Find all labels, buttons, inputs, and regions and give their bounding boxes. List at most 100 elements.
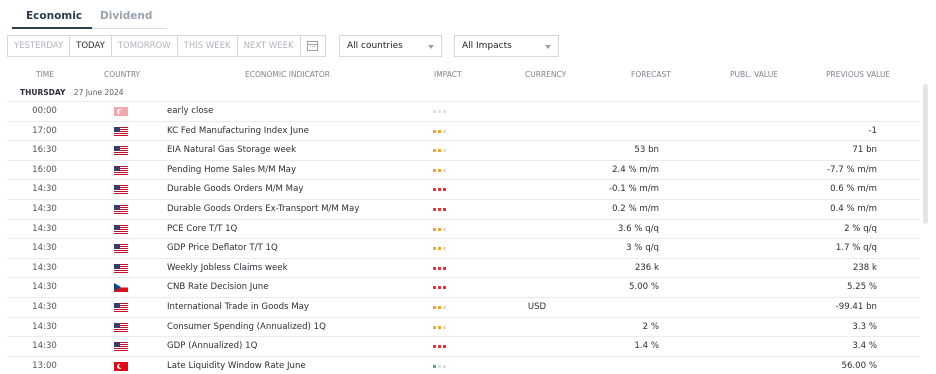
- event-indicator[interactable]: early close: [167, 106, 213, 116]
- day-filter-bar: YESTERDAY TODAY TOMORROW THIS WEEK NEXT …: [7, 35, 326, 57]
- event-indicator[interactable]: EIA Natural Gas Storage week: [167, 145, 296, 155]
- event-indicator[interactable]: Weekly Jobless Claims week: [167, 263, 288, 273]
- event-previous-value: 0.6 % m/m: [830, 184, 877, 195]
- table-row[interactable]: 14:30 GDP Price Deflator T/T 1Q 3 % q/q 1.7…: [7, 238, 920, 258]
- event-time: 14:30: [32, 262, 57, 273]
- table-row[interactable]: 14:30 Consumer Spending (Annualized) 1Q 2 …: [7, 316, 920, 337]
- table-row[interactable]: 14:30 Durable Goods Orders Ex-Transport M…: [7, 198, 920, 219]
- day-name: THURSDAY: [20, 88, 66, 97]
- table-row[interactable]: 14:30 CNB Rate Decision June 5.00 % 5.25 %: [7, 277, 920, 297]
- table-row[interactable]: 00:00 early close: [7, 101, 920, 121]
- impact-dot: [433, 149, 436, 153]
- event-forecast: 2 %: [642, 321, 659, 332]
- impact-dots-icon: [433, 305, 446, 309]
- impact-dots-icon: [433, 110, 446, 113]
- event-time: 14:30: [32, 282, 57, 293]
- country-flag-icon: [114, 165, 128, 175]
- event-time: 16:00: [32, 164, 57, 175]
- filter-next-week-button[interactable]: NEXT WEEK: [238, 36, 301, 56]
- table-row[interactable]: 13:00 Late Liquidity Window Rate June 56.0…: [7, 355, 920, 374]
- impact-dot: [438, 227, 441, 231]
- calendar-button[interactable]: [301, 36, 325, 56]
- tab-divider: [92, 28, 167, 29]
- impact-dots-icon: [433, 149, 446, 153]
- impact-dot: [443, 188, 446, 192]
- event-indicator[interactable]: International Trade in Goods May: [167, 302, 309, 312]
- event-previous-value: 238 k: [852, 262, 877, 273]
- country-flag-icon: [114, 342, 128, 352]
- event-forecast: 3.6 % q/q: [617, 223, 659, 234]
- event-previous-value: 56.00 %: [841, 360, 878, 371]
- event-previous-value: 3.4 %: [852, 341, 877, 352]
- event-previous-value: -99.41 bn: [835, 301, 877, 312]
- impact-dots-icon: [433, 207, 446, 211]
- table-row[interactable]: 14:30 PCE Core T/T 1Q 3.6 % q/q 2 % q/q: [7, 218, 920, 239]
- impact-dot: [438, 168, 441, 172]
- impact-dot: [443, 266, 446, 270]
- impact-dots-icon: [433, 247, 446, 251]
- event-indicator[interactable]: Pending Home Sales M/M May: [167, 165, 296, 175]
- countries-select[interactable]: All countries: [339, 35, 442, 57]
- event-indicator[interactable]: PCE Core T/T 1Q: [167, 224, 237, 234]
- event-indicator[interactable]: Consumer Spending (Annualized) 1Q: [167, 322, 326, 332]
- table-row[interactable]: 16:00 Pending Home Sales M/M May 2.4 % m/m…: [7, 159, 920, 180]
- country-flag-icon: [114, 204, 128, 214]
- event-indicator[interactable]: Late Liquidity Window Rate June: [167, 361, 306, 371]
- filter-tomorrow-button[interactable]: TOMORROW: [112, 36, 178, 56]
- impact-dots-icon: [433, 227, 446, 231]
- column-header-publ-value: PUBL. VALUE: [730, 70, 778, 79]
- event-indicator[interactable]: GDP Price Deflator T/T 1Q: [167, 243, 278, 253]
- filter-this-week-button[interactable]: THIS WEEK: [178, 36, 238, 56]
- impact-dot: [433, 247, 436, 251]
- table-row[interactable]: 14:30 Durable Goods Orders M/M May -0.1 % …: [7, 179, 920, 199]
- impact-dot: [433, 345, 436, 349]
- country-flag-icon: [114, 244, 128, 254]
- table-row[interactable]: 14:30 GDP (Annualized) 1Q 1.4 % 3.4 %: [7, 336, 920, 356]
- filter-yesterday-button[interactable]: YESTERDAY: [8, 36, 71, 56]
- impact-dot: [433, 305, 436, 309]
- event-indicator[interactable]: CNB Rate Decision June: [167, 282, 269, 292]
- table-header: TIME COUNTRY ECONOMIC INDICATOR IMPACT C…: [0, 70, 920, 80]
- table-row[interactable]: 14:30 International Trade in Goods May USD…: [7, 296, 920, 317]
- filter-today-button[interactable]: TODAY: [70, 36, 112, 56]
- column-header-country: COUNTRY: [104, 70, 141, 79]
- event-indicator[interactable]: Durable Goods Orders Ex-Transport M/M Ma…: [167, 204, 359, 214]
- country-flag-icon: [114, 302, 128, 312]
- impacts-select[interactable]: All Impacts: [454, 35, 559, 57]
- event-indicator[interactable]: GDP (Annualized) 1Q: [167, 341, 257, 351]
- event-previous-value: 0.4 % m/m: [830, 203, 877, 214]
- event-previous-value: 1.7 % q/q: [835, 243, 877, 254]
- event-previous-value: 71 bn: [852, 145, 877, 156]
- impact-dots-icon: [433, 325, 446, 329]
- event-time: 14:30: [32, 184, 57, 195]
- impact-dots-icon: [433, 168, 446, 172]
- impact-dot: [438, 345, 441, 349]
- event-indicator[interactable]: KC Fed Manufacturing Index June: [167, 126, 309, 136]
- impact-dot: [443, 286, 446, 290]
- table-scrollbar[interactable]: [923, 84, 928, 224]
- chevron-down-icon: [428, 45, 434, 49]
- event-time: 17:00: [32, 125, 57, 136]
- tab-economic[interactable]: Economic: [26, 10, 82, 22]
- impact-dots-icon: [433, 266, 446, 270]
- impact-dot: [443, 364, 446, 368]
- event-time: 14:30: [32, 203, 57, 214]
- impact-dot: [443, 110, 446, 113]
- event-indicator[interactable]: Durable Goods Orders M/M May: [167, 184, 303, 194]
- event-forecast: -0.1 % m/m: [608, 184, 659, 195]
- table-row[interactable]: 16:30 EIA Natural Gas Storage week 53 bn 71…: [7, 140, 920, 160]
- impact-dot: [438, 266, 441, 270]
- tab-dividend[interactable]: Dividend: [100, 10, 152, 22]
- event-forecast: 5.00 %: [628, 282, 659, 293]
- impact-dot: [438, 188, 441, 192]
- impact-dot: [443, 325, 446, 329]
- column-header-previous-value: PREVIOUS VALUE: [826, 70, 891, 79]
- event-time: 14:30: [32, 341, 57, 352]
- country-flag-icon: [114, 126, 128, 136]
- impact-dot: [443, 345, 446, 349]
- event-time: 00:00: [32, 106, 57, 116]
- impact-dot: [433, 227, 436, 231]
- table-row[interactable]: 14:30 Weekly Jobless Claims week 236 k 238 …: [7, 257, 920, 278]
- impact-dot: [438, 207, 441, 211]
- table-row[interactable]: 17:00 KC Fed Manufacturing Index June -1: [7, 120, 920, 141]
